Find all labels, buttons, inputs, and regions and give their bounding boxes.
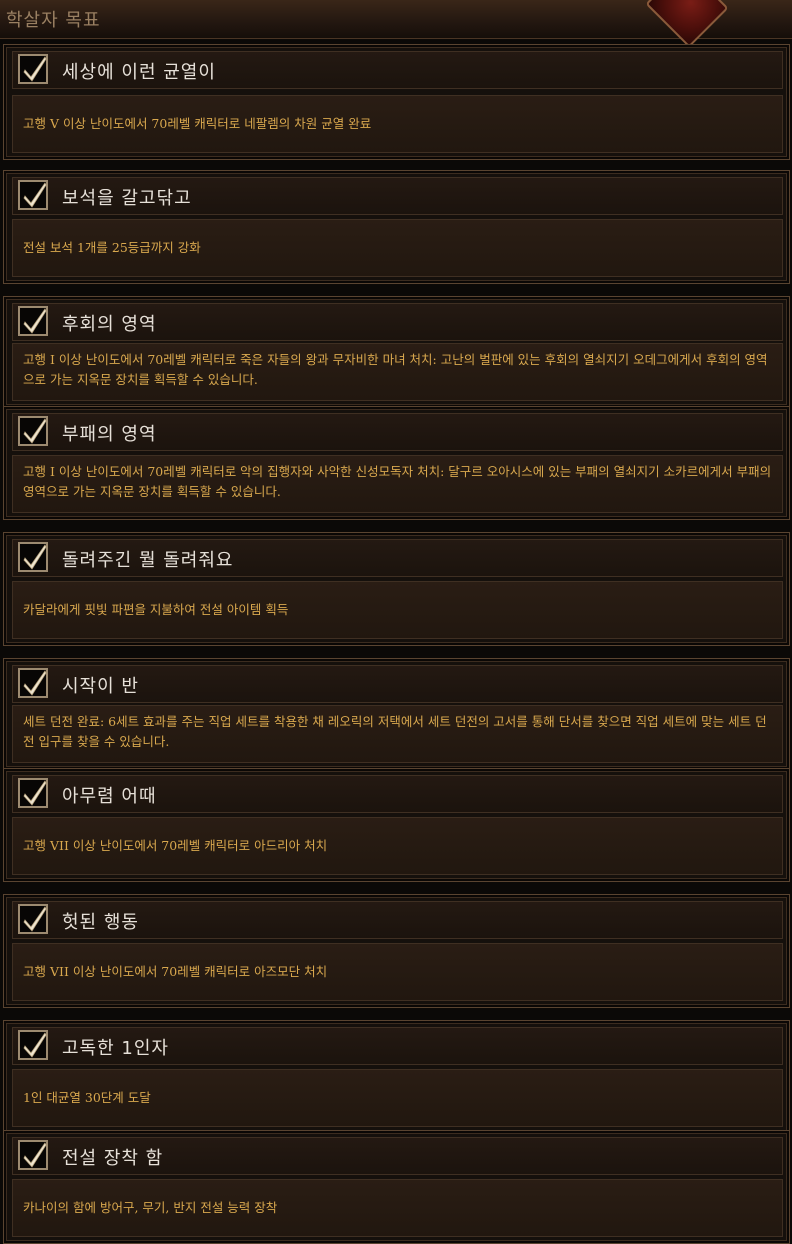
achievement-description-box: 전설 보석 1개를 25등급까지 강화 — [12, 219, 783, 277]
achievement-title: 부패의 영역 — [62, 424, 157, 445]
checkmark-icon — [18, 180, 48, 210]
achievement-title-bar: 헛된 행동 — [12, 901, 783, 939]
achievement-description-box: 고행 I 이상 난이도에서 70레벨 캐릭터로 악의 집행자와 사악한 신성모독… — [12, 455, 783, 513]
achievement-description-box: 1인 대균열 30단계 도달 — [12, 1069, 783, 1127]
achievement-title: 세상에 이런 균열이 — [62, 62, 216, 83]
achievement-title: 아무렴 어때 — [62, 786, 157, 807]
achievement-description: 전설 보석 1개를 25등급까지 강화 — [23, 240, 201, 255]
achievement-description: 세트 던전 완료: 6세트 효과를 주는 직업 세트를 착용한 채 레오릭의 저… — [23, 714, 767, 749]
achievement-title-bar: 시작이 반 — [12, 665, 783, 703]
checkmark-icon — [18, 668, 48, 698]
achievement-description: 카나이의 함에 방어구, 무기, 반지 전설 능력 장착 — [23, 1200, 278, 1215]
achievement-title: 고독한 1인자 — [62, 1038, 169, 1059]
checkmark-icon — [18, 904, 48, 934]
achievement-title: 전설 장착 함 — [62, 1148, 164, 1169]
achievement-title: 헛된 행동 — [62, 912, 139, 933]
page-title: 학살자 목표 — [6, 10, 101, 31]
achievement-title: 보석을 갈고닦고 — [62, 188, 192, 209]
achievement-card[interactable]: 부패의 영역 고행 I 이상 난이도에서 70레벨 캐릭터로 악의 집행자와 사… — [3, 406, 790, 520]
checkmark-icon — [18, 54, 48, 84]
achievement-description-box: 고행 VII 이상 난이도에서 70레벨 캐릭터로 아드리아 처치 — [12, 817, 783, 875]
checkmark-icon — [18, 306, 48, 336]
header-bar: 학살자 목표 — [0, 0, 792, 48]
achievement-card[interactable]: 후회의 영역 고행 I 이상 난이도에서 70레벨 캐릭터로 죽은 자들의 왕과… — [3, 296, 790, 408]
achievement-description-box: 카달라에게 핏빛 파편을 지불하여 전설 아이템 획득 — [12, 581, 783, 639]
achievement-description-box: 카나이의 함에 방어구, 무기, 반지 전설 능력 장착 — [12, 1179, 783, 1237]
checkmark-icon — [18, 416, 48, 446]
achievement-card[interactable]: 시작이 반 세트 던전 완료: 6세트 효과를 주는 직업 세트를 착용한 채 … — [3, 658, 790, 770]
achievement-description: 고행 V 이상 난이도에서 70레벨 캐릭터로 네팔렘의 차원 균열 완료 — [23, 116, 372, 131]
checkmark-icon — [18, 542, 48, 572]
achievement-card[interactable]: 돌려주긴 뭘 돌려줘요 카달라에게 핏빛 파편을 지불하여 전설 아이템 획득 — [3, 532, 790, 646]
achievement-description-box: 고행 V 이상 난이도에서 70레벨 캐릭터로 네팔렘의 차원 균열 완료 — [12, 95, 783, 153]
checkmark-icon — [18, 1140, 48, 1170]
achievement-description: 카달라에게 핏빛 파편을 지불하여 전설 아이템 획득 — [23, 602, 289, 617]
achievement-description-box: 세트 던전 완료: 6세트 효과를 주는 직업 세트를 착용한 채 레오릭의 저… — [12, 705, 783, 763]
achievement-title-bar: 세상에 이런 균열이 — [12, 51, 783, 89]
achievement-title: 시작이 반 — [62, 676, 139, 697]
achievement-title: 돌려주긴 뭘 돌려줘요 — [62, 550, 234, 571]
achievement-description: 고행 VII 이상 난이도에서 70레벨 캐릭터로 아드리아 처치 — [23, 838, 328, 853]
checkmark-icon — [18, 778, 48, 808]
achievement-card[interactable]: 헛된 행동 고행 VII 이상 난이도에서 70레벨 캐릭터로 아즈모단 처치 — [3, 894, 790, 1008]
achievement-card[interactable]: 전설 장착 함 카나이의 함에 방어구, 무기, 반지 전설 능력 장착 — [3, 1130, 790, 1244]
achievement-card[interactable]: 세상에 이런 균열이 고행 V 이상 난이도에서 70레벨 캐릭터로 네팔렘의 … — [3, 44, 790, 160]
achievement-title-bar: 고독한 1인자 — [12, 1027, 783, 1065]
achievement-card[interactable]: 고독한 1인자 1인 대균열 30단계 도달 — [3, 1020, 790, 1134]
achievement-title-bar: 후회의 영역 — [12, 303, 783, 341]
achievement-card[interactable]: 보석을 갈고닦고 전설 보석 1개를 25등급까지 강화 — [3, 170, 790, 284]
achievement-title-bar: 돌려주긴 뭘 돌려줘요 — [12, 539, 783, 577]
checkmark-icon — [18, 1030, 48, 1060]
achievement-title-bar: 전설 장착 함 — [12, 1137, 783, 1175]
emblem-icon — [645, 0, 729, 48]
achievement-description: 고행 VII 이상 난이도에서 70레벨 캐릭터로 아즈모단 처치 — [23, 964, 328, 979]
achievement-description: 1인 대균열 30단계 도달 — [23, 1090, 151, 1105]
achievement-title: 후회의 영역 — [62, 314, 157, 335]
achievement-card[interactable]: 아무렴 어때 고행 VII 이상 난이도에서 70레벨 캐릭터로 아드리아 처치 — [3, 768, 790, 882]
achievement-title-bar: 아무렴 어때 — [12, 775, 783, 813]
achievement-description: 고행 I 이상 난이도에서 70레벨 캐릭터로 악의 집행자와 사악한 신성모독… — [23, 464, 772, 499]
achievements-page: 학살자 목표 세상에 이런 균열이 고행 V 이상 난이도에서 70레벨 캐릭터… — [0, 0, 792, 1244]
achievement-description-box: 고행 VII 이상 난이도에서 70레벨 캐릭터로 아즈모단 처치 — [12, 943, 783, 1001]
achievement-title-bar: 보석을 갈고닦고 — [12, 177, 783, 215]
achievement-title-bar: 부패의 영역 — [12, 413, 783, 451]
achievement-description: 고행 I 이상 난이도에서 70레벨 캐릭터로 죽은 자들의 왕과 무자비한 마… — [23, 352, 768, 387]
achievement-description-box: 고행 I 이상 난이도에서 70레벨 캐릭터로 죽은 자들의 왕과 무자비한 마… — [12, 343, 783, 401]
